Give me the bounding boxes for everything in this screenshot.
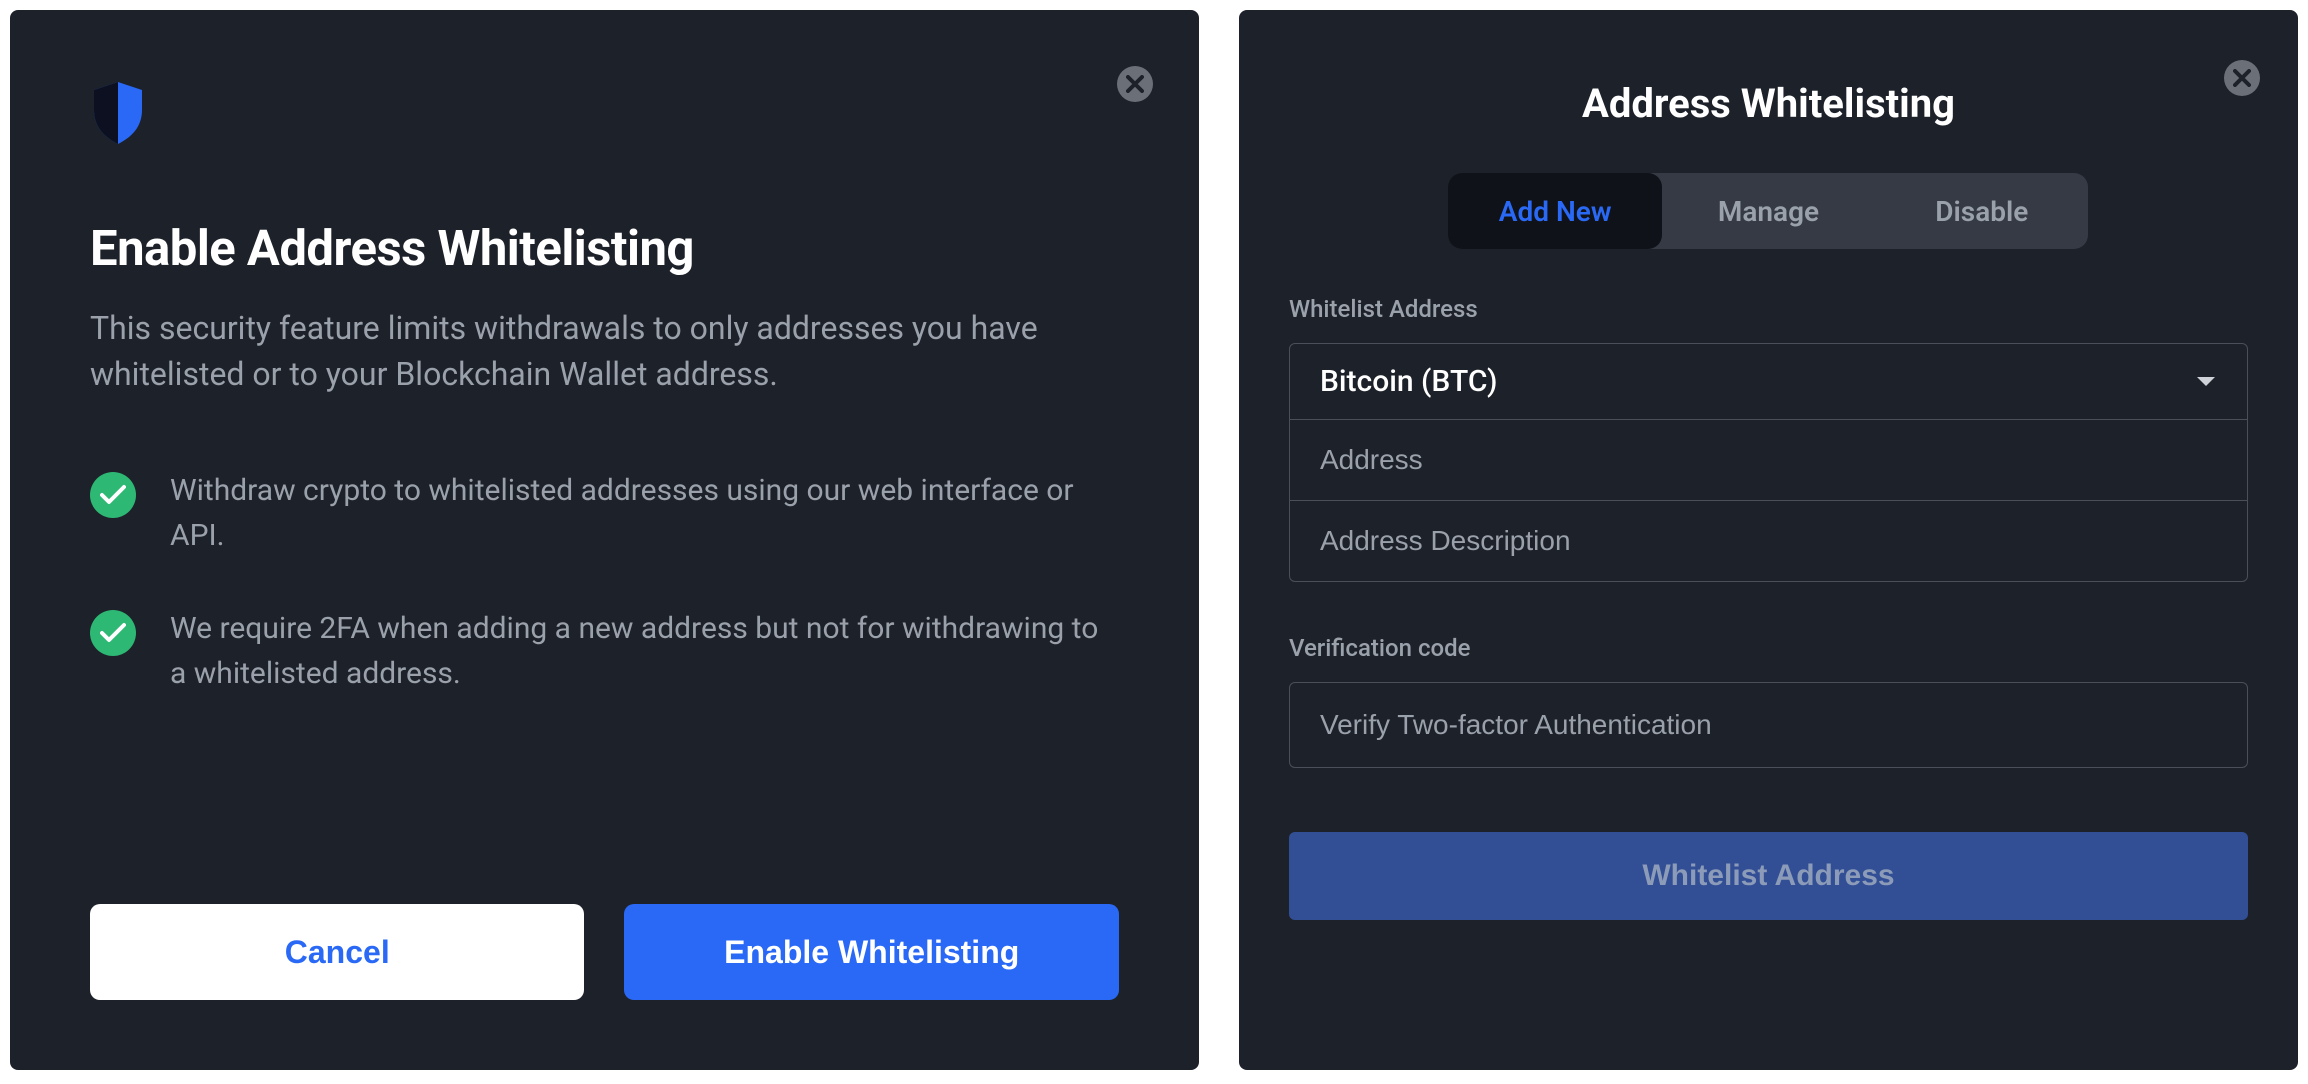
- enable-whitelisting-modal: Enable Address Whitelisting This securit…: [10, 10, 1199, 1070]
- tab-disable[interactable]: Disable: [1875, 173, 2088, 249]
- address-description-input[interactable]: [1290, 501, 2247, 581]
- chevron-down-icon: [2195, 375, 2217, 389]
- close-icon[interactable]: [1117, 66, 1153, 102]
- check-icon: [90, 472, 136, 518]
- tabs: Add New Manage Disable: [1448, 173, 2088, 249]
- cancel-button[interactable]: Cancel: [90, 904, 584, 1000]
- tab-add-new[interactable]: Add New: [1448, 173, 1661, 249]
- feature-item: Withdraw crypto to whitelisted addresses…: [90, 468, 1119, 558]
- feature-item: We require 2FA when adding a new address…: [90, 606, 1119, 696]
- shield-icon: [90, 80, 1119, 150]
- currency-selected-value: Bitcoin (BTC): [1320, 364, 1498, 399]
- feature-text: Withdraw crypto to whitelisted addresses…: [170, 468, 1119, 558]
- currency-select[interactable]: Bitcoin (BTC): [1290, 344, 2247, 420]
- modal-title: Enable Address Whitelisting: [90, 220, 1119, 277]
- tab-manage[interactable]: Manage: [1662, 173, 1875, 249]
- feature-text: We require 2FA when adding a new address…: [170, 606, 1119, 696]
- whitelist-address-label: Whitelist Address: [1289, 295, 2248, 323]
- panel-title: Address Whitelisting: [1289, 80, 2248, 127]
- verification-code-label: Verification code: [1289, 634, 2248, 662]
- verification-code-input[interactable]: [1289, 682, 2248, 768]
- close-icon[interactable]: [2224, 60, 2260, 96]
- whitelist-address-button[interactable]: Whitelist Address: [1289, 832, 2248, 920]
- modal-description: This security feature limits withdrawals…: [90, 305, 1119, 398]
- check-icon: [90, 610, 136, 656]
- address-input[interactable]: [1290, 420, 2247, 501]
- feature-list: Withdraw crypto to whitelisted addresses…: [90, 468, 1119, 696]
- modal-button-row: Cancel Enable Whitelisting: [90, 904, 1119, 1000]
- x-glyph: [1126, 75, 1144, 93]
- enable-whitelisting-button[interactable]: Enable Whitelisting: [624, 904, 1118, 1000]
- x-glyph: [2233, 69, 2251, 87]
- whitelist-form-stack: Bitcoin (BTC): [1289, 343, 2248, 582]
- address-whitelisting-panel: Address Whitelisting Add New Manage Disa…: [1239, 10, 2298, 1070]
